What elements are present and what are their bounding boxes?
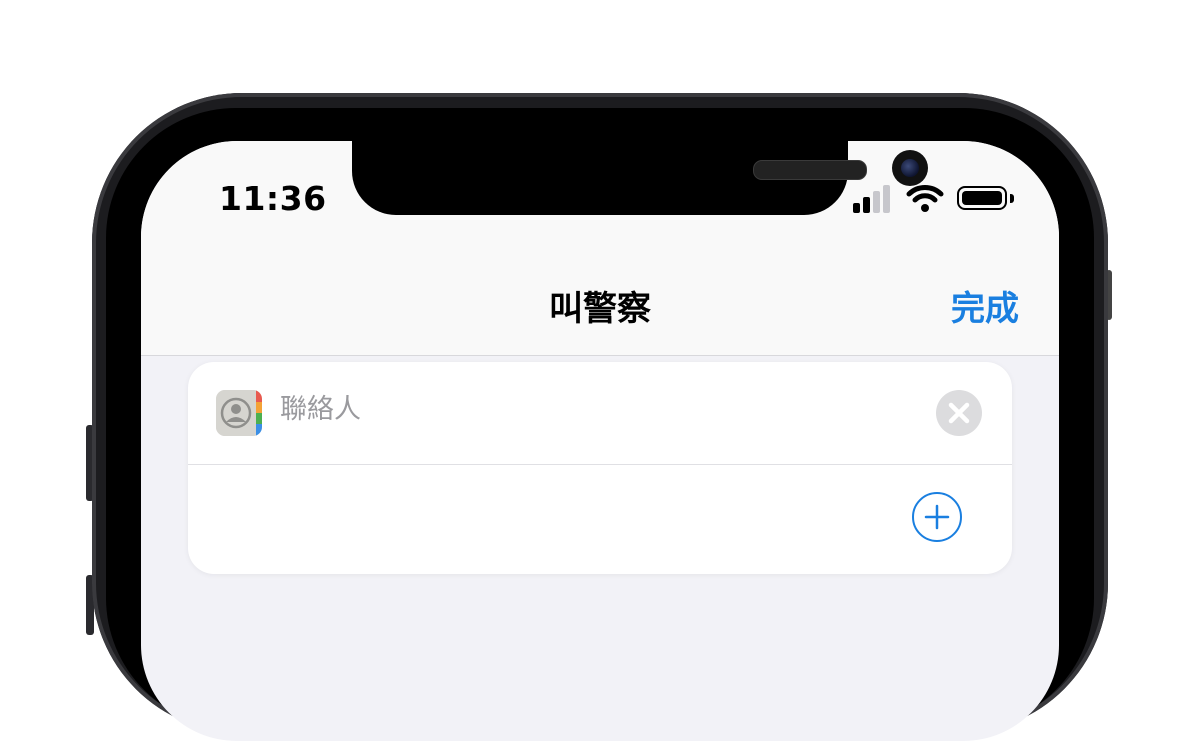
status-icons [853,183,1023,217]
phone-screen: 11:36 叫警察 完成 [141,141,1059,741]
cellular-signal-icon [853,183,893,213]
add-plus-icon[interactable] [912,492,962,542]
wifi-icon [906,185,944,212]
clear-x-icon[interactable] [936,390,982,436]
page-title: 叫警察 [549,289,651,329]
done-button[interactable]: 完成 [951,281,1019,330]
contact-row [188,362,1012,465]
contacts-app-icon [216,390,262,436]
status-time: 11:36 [219,179,327,218]
front-camera [892,150,928,186]
earpiece-speaker [753,160,867,180]
contact-card [188,362,1012,574]
battery-tip [1010,194,1014,203]
notch [352,141,928,215]
battery-fill [962,191,1002,205]
contact-input[interactable] [280,394,880,425]
battery-icon [957,186,1007,210]
